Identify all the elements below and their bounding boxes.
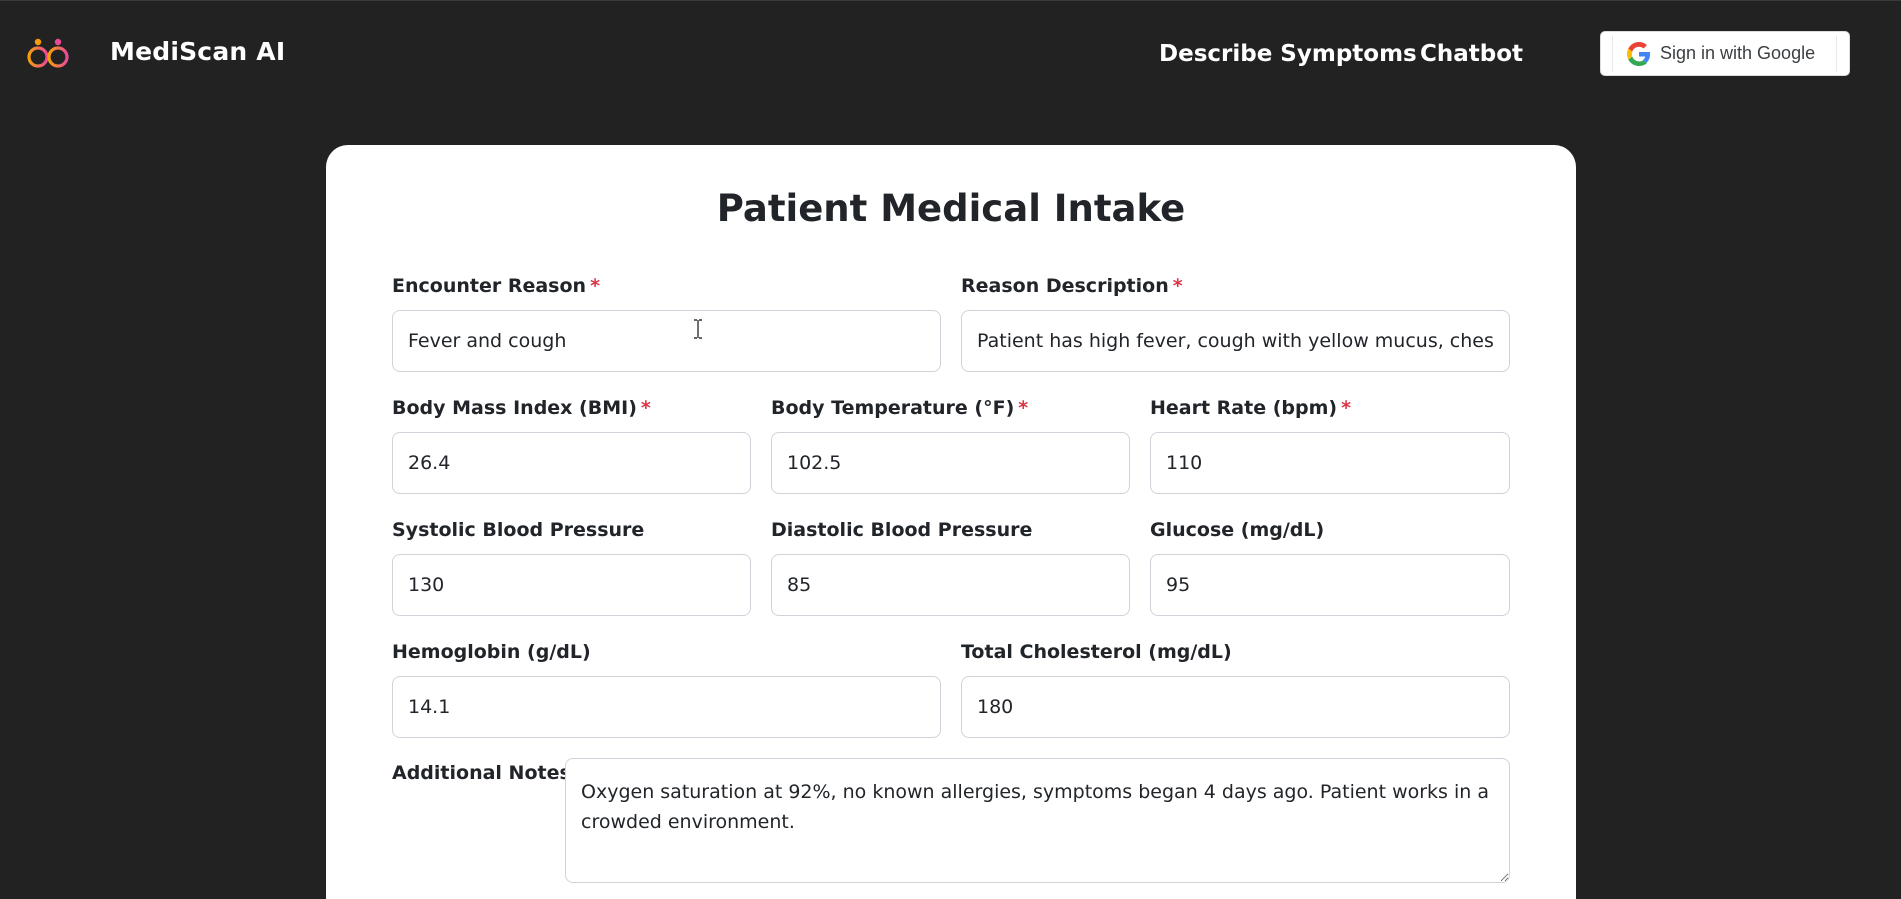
label-text: Total Cholesterol (mg/dL) <box>961 641 1232 663</box>
label-text: Diastolic Blood Pressure <box>771 519 1033 541</box>
systolic-bp-label: Systolic Blood Pressure <box>392 519 644 541</box>
intake-form-card: Patient Medical Intake Encounter Reason *… <box>326 145 1576 899</box>
label-text: Encounter Reason <box>392 275 587 297</box>
bmi-label: Body Mass Index (BMI) * <box>392 397 651 419</box>
additional-notes-textarea[interactable]: Oxygen saturation at 92%, no known aller… <box>565 758 1510 883</box>
google-sign-in-label: Sign in with Google <box>1660 43 1816 63</box>
label-text: Reason Description <box>961 275 1169 297</box>
nav-describe-symptoms[interactable]: Describe Symptoms <box>1159 41 1417 67</box>
hemoglobin-label: Hemoglobin (g/dL) <box>392 641 591 663</box>
encounter-reason-label: Encounter Reason * <box>392 275 600 297</box>
glucose-label: Glucose (mg/dL) <box>1150 519 1324 541</box>
bmi-input[interactable] <box>392 432 751 494</box>
encounter-reason-input[interactable] <box>392 310 941 372</box>
required-marker: * <box>1018 397 1029 419</box>
body-temperature-input[interactable] <box>771 432 1130 494</box>
page-title: Patient Medical Intake <box>716 187 1186 230</box>
reason-description-label: Reason Description * <box>961 275 1183 297</box>
button-divider <box>1836 36 1837 72</box>
label-text: Heart Rate (bpm) <box>1150 397 1338 419</box>
heart-rate-label: Heart Rate (bpm) * <box>1150 397 1351 419</box>
glucose-input[interactable] <box>1150 554 1510 616</box>
brand-name[interactable]: MediScan AI <box>110 37 285 66</box>
required-marker: * <box>640 397 651 419</box>
cholesterol-label: Total Cholesterol (mg/dL) <box>961 641 1232 663</box>
body-temperature-label: Body Temperature (°F) * <box>771 397 1028 419</box>
additional-notes-label: Additional Notes <box>392 762 571 784</box>
systolic-bp-input[interactable] <box>392 554 751 616</box>
heart-rate-input[interactable] <box>1150 432 1510 494</box>
text-cursor-icon <box>694 319 702 339</box>
label-text: Body Mass Index (BMI) <box>392 397 637 419</box>
required-marker: * <box>1341 397 1352 419</box>
label-text: Glucose (mg/dL) <box>1150 519 1325 541</box>
hemoglobin-input[interactable] <box>392 676 941 738</box>
cholesterol-input[interactable] <box>961 676 1510 738</box>
google-g-icon <box>1627 41 1651 66</box>
label-text: Hemoglobin (g/dL) <box>392 641 591 663</box>
reason-description-input[interactable] <box>961 310 1510 372</box>
nav-chatbot[interactable]: Chatbot <box>1420 41 1523 67</box>
label-text: Systolic Blood Pressure <box>392 519 645 541</box>
label-text: Additional Notes <box>392 762 571 784</box>
required-marker: * <box>590 275 600 297</box>
label-text: Body Temperature (°F) <box>771 397 1015 419</box>
diastolic-bp-label: Diastolic Blood Pressure <box>771 519 1032 541</box>
diastolic-bp-input[interactable] <box>771 554 1130 616</box>
required-marker: * <box>1172 275 1183 297</box>
mediscan-logo-icon[interactable] <box>26 37 70 69</box>
button-divider <box>1612 36 1613 72</box>
google-sign-in-button[interactable]: Sign in with Google <box>1600 31 1850 76</box>
top-navbar: MediScan AI Describe Symptoms Chatbot Si… <box>0 0 1901 108</box>
